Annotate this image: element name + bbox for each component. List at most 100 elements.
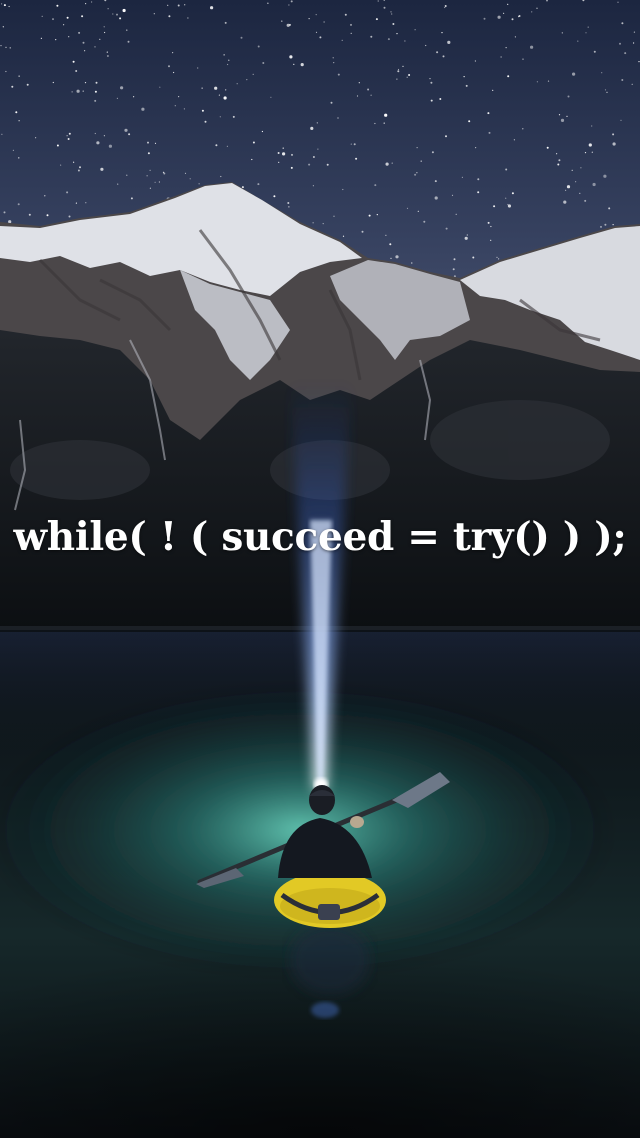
star — [189, 178, 191, 180]
star — [402, 65, 404, 67]
star — [408, 74, 411, 76]
star — [246, 79, 248, 81]
star — [474, 60, 476, 62]
star — [1, 3, 3, 5]
star — [579, 192, 581, 194]
star — [431, 151, 434, 154]
star — [600, 225, 602, 228]
star — [603, 174, 607, 178]
star — [154, 142, 157, 144]
star — [9, 47, 11, 49]
star — [82, 90, 84, 92]
star — [197, 67, 199, 69]
star — [215, 144, 218, 147]
star — [584, 152, 587, 154]
star — [312, 185, 314, 187]
star — [308, 18, 310, 20]
star — [71, 91, 73, 93]
star — [99, 38, 101, 40]
star — [624, 52, 627, 55]
star — [68, 132, 71, 135]
star — [417, 210, 419, 212]
star — [560, 118, 565, 122]
star — [468, 120, 471, 123]
star — [374, 122, 376, 125]
star — [201, 109, 204, 112]
star — [498, 258, 500, 260]
star — [612, 133, 615, 136]
star — [566, 185, 571, 189]
star — [514, 36, 517, 38]
star — [383, 122, 385, 124]
star — [522, 58, 524, 60]
star — [633, 31, 636, 33]
star — [483, 17, 486, 20]
star — [429, 78, 431, 80]
star — [5, 70, 7, 73]
star — [128, 133, 131, 136]
star — [592, 182, 596, 187]
star — [507, 3, 509, 5]
star — [451, 194, 454, 196]
star — [224, 21, 227, 24]
star — [475, 147, 477, 149]
star — [561, 32, 563, 34]
star — [518, 16, 520, 18]
star — [130, 197, 133, 200]
star — [96, 141, 100, 145]
star — [505, 47, 507, 49]
star — [3, 211, 6, 214]
star — [94, 90, 97, 93]
star — [507, 204, 511, 208]
star — [353, 143, 356, 146]
star — [262, 62, 265, 64]
star — [442, 55, 445, 58]
star — [566, 115, 568, 117]
scene-illustration — [0, 0, 640, 1138]
star — [103, 26, 105, 28]
star — [588, 143, 592, 147]
star — [277, 152, 280, 154]
star — [104, 31, 106, 34]
star — [153, 13, 155, 15]
star — [159, 86, 161, 88]
star — [8, 220, 12, 224]
star — [168, 15, 171, 18]
star — [103, 135, 105, 137]
star — [158, 181, 160, 183]
star — [178, 96, 180, 98]
star — [633, 42, 635, 44]
star — [608, 207, 611, 210]
star — [316, 122, 318, 124]
star — [35, 137, 37, 139]
star — [439, 98, 442, 100]
star — [411, 262, 413, 264]
star — [453, 258, 456, 261]
star — [183, 108, 185, 110]
star — [95, 81, 98, 84]
star — [601, 72, 603, 74]
star — [434, 180, 437, 183]
star — [404, 40, 406, 42]
star — [18, 75, 20, 77]
star — [270, 96, 272, 98]
star — [201, 87, 203, 89]
star — [288, 4, 290, 6]
star — [326, 163, 329, 166]
star — [444, 5, 447, 7]
star — [621, 79, 624, 81]
star — [416, 172, 418, 174]
star — [496, 256, 498, 258]
star — [289, 55, 293, 59]
star — [406, 207, 409, 209]
star — [72, 60, 75, 63]
star — [147, 141, 149, 144]
star — [172, 52, 174, 54]
star — [385, 162, 389, 166]
star — [531, 11, 533, 13]
star — [225, 89, 227, 91]
star — [492, 89, 494, 91]
star — [18, 120, 20, 122]
star — [168, 65, 170, 68]
star — [505, 168, 508, 171]
